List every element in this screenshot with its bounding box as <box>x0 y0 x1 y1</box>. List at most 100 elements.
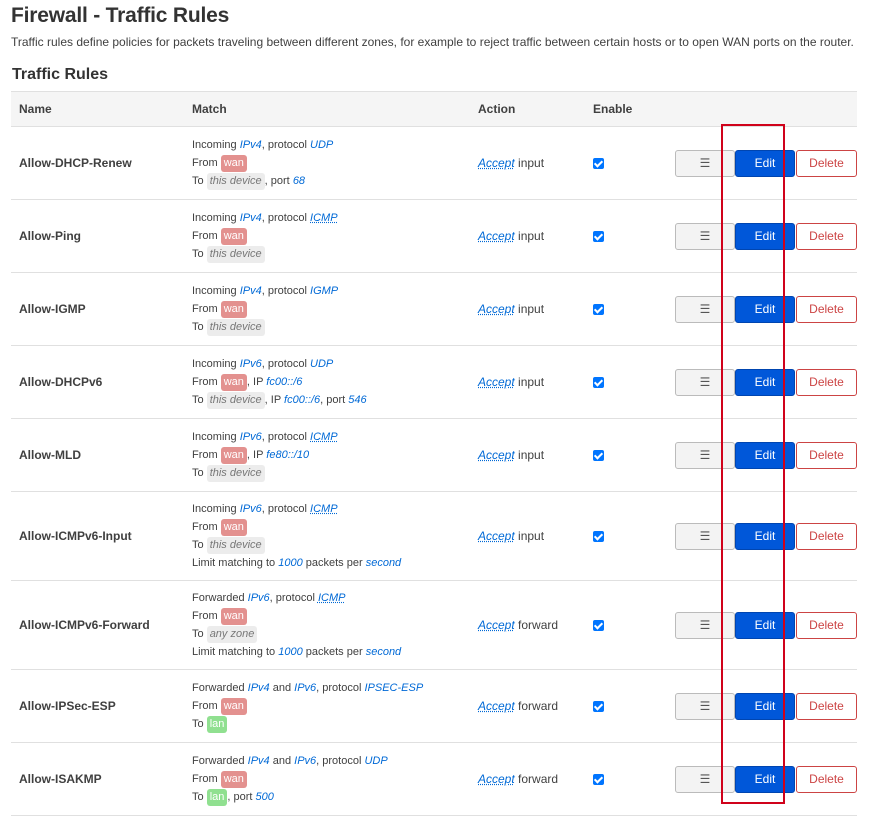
header-name: Name <box>19 102 52 116</box>
enable-checkbox[interactable] <box>593 530 604 542</box>
drag-handle-button[interactable]: ☰ <box>675 692 735 720</box>
rule-match: Incoming IPv4, protocol UDP From wan To … <box>184 127 470 200</box>
rule-match: Incoming IPv6, protocol ICMP From wan, I… <box>184 419 470 492</box>
rule-buttons: ☰ Edit Delete <box>645 346 857 419</box>
enable-checkbox[interactable] <box>593 449 604 461</box>
rule-enable <box>585 419 645 492</box>
enable-checkbox[interactable] <box>593 230 604 242</box>
delete-button[interactable]: Delete <box>796 692 857 720</box>
enable-checkbox[interactable] <box>593 619 604 631</box>
edit-button[interactable]: Edit <box>735 295 795 323</box>
delete-button[interactable]: Delete <box>796 222 857 250</box>
delete-button[interactable]: Delete <box>796 441 857 469</box>
drag-handle-button[interactable]: ☰ <box>675 522 735 550</box>
rule-name: Allow-MLD <box>19 448 81 462</box>
enable-checkbox[interactable] <box>593 773 604 785</box>
zone-badge-wan: wan <box>220 301 247 318</box>
table-row: Allow-IPSec-ESP Forwarded IPv4 and IPv6,… <box>11 670 857 743</box>
rule-buttons: ☰ Edit Delete <box>645 419 857 492</box>
drag-handle-button[interactable]: ☰ <box>675 765 735 793</box>
rule-action: Accept forward <box>478 772 559 786</box>
drag-handle-button[interactable]: ☰ <box>675 222 735 250</box>
zone-badge-wan: wan <box>220 447 247 464</box>
action-accept-link[interactable]: Accept <box>478 699 515 713</box>
edit-button[interactable]: Edit <box>735 441 795 469</box>
header-actions-empty <box>645 92 857 127</box>
delete-button[interactable]: Delete <box>796 149 857 177</box>
delete-button[interactable]: Delete <box>796 295 857 323</box>
rule-buttons: ☰ Edit Delete <box>645 273 857 346</box>
zone-badge-device: this device <box>206 319 265 336</box>
drag-handle-button[interactable]: ☰ <box>675 368 735 396</box>
edit-button[interactable]: Edit <box>735 611 795 639</box>
enable-checkbox[interactable] <box>593 700 604 712</box>
enable-checkbox[interactable] <box>593 303 604 315</box>
action-accept-link[interactable]: Accept <box>478 156 515 170</box>
zone-badge-lan: lan <box>206 716 228 733</box>
edit-button[interactable]: Edit <box>735 368 795 396</box>
page-title: Firewall - Traffic Rules <box>11 4 230 27</box>
action-accept-link[interactable]: Accept <box>478 448 515 462</box>
action-accept-link[interactable]: Accept <box>478 618 515 632</box>
delete-button[interactable]: Delete <box>796 368 857 396</box>
table-row: Allow-Ping Incoming IPv4, protocol ICMP … <box>11 200 857 273</box>
action-accept-link[interactable]: Accept <box>478 375 515 389</box>
edit-button[interactable]: Edit <box>735 222 795 250</box>
rule-enable <box>585 492 645 581</box>
edit-button[interactable]: Edit <box>735 149 795 177</box>
rule-enable <box>585 200 645 273</box>
rule-match: Incoming IPv6, protocol ICMP From wan To… <box>192 503 402 569</box>
rule-name: Allow-Ping <box>19 229 81 243</box>
zone-badge-any: any zone <box>206 626 258 643</box>
enable-checkbox[interactable] <box>593 157 604 169</box>
table-row: Allow-IGMP Incoming IPv4, protocol IGMP … <box>11 273 857 346</box>
rule-name: Allow-DHCPv6 <box>19 375 103 389</box>
section-title: Traffic Rules <box>12 66 109 83</box>
rule-action: Accept input <box>478 375 545 389</box>
rule-match: Forwarded IPv4 and IPv6, protocol IPSEC-… <box>184 670 470 743</box>
delete-button[interactable]: Delete <box>796 765 857 793</box>
rule-action: Accept input <box>478 229 545 243</box>
zone-badge-wan: wan <box>220 374 247 391</box>
rule-name: Allow-IGMP <box>19 302 86 316</box>
table-row: Allow-ICMPv6-Input Incoming IPv6, protoc… <box>11 492 857 581</box>
zone-badge-device: this device <box>206 246 265 263</box>
delete-button[interactable]: Delete <box>796 611 857 639</box>
rule-match: Forwarded IPv6, protocol ICMP From wan T… <box>192 592 402 658</box>
rule-enable <box>585 346 645 419</box>
traffic-rules-table: Name Match Action Enable Allow-DHCP-Rene… <box>11 91 857 816</box>
edit-button[interactable]: Edit <box>735 522 795 550</box>
table-row: Allow-DHCP-Renew Incoming IPv4, protocol… <box>11 127 857 200</box>
rule-match: Incoming IPv6, protocol UDP From wan, IP… <box>184 346 470 419</box>
edit-button[interactable]: Edit <box>735 765 795 793</box>
rule-enable <box>585 743 645 816</box>
delete-button[interactable]: Delete <box>796 522 857 550</box>
rule-action: Accept input <box>478 302 545 316</box>
action-accept-link[interactable]: Accept <box>478 529 515 543</box>
action-accept-link[interactable]: Accept <box>478 229 515 243</box>
rule-match: Incoming IPv4, protocol IGMP From wan To… <box>184 273 470 346</box>
rule-enable <box>585 127 645 200</box>
action-accept-link[interactable]: Accept <box>478 772 515 786</box>
rule-action: Accept input <box>478 156 545 170</box>
rule-match: Incoming IPv4, protocol ICMP From wan To… <box>184 200 470 273</box>
edit-button[interactable]: Edit <box>735 692 795 720</box>
table-row: Allow-ISAKMP Forwarded IPv4 and IPv6, pr… <box>11 743 857 816</box>
header-enable: Enable <box>593 102 633 116</box>
action-accept-link[interactable]: Accept <box>478 302 515 316</box>
rule-enable <box>585 273 645 346</box>
rule-name: Allow-ICMPv6-Forward <box>19 618 150 632</box>
enable-checkbox[interactable] <box>593 376 604 388</box>
drag-handle-button[interactable]: ☰ <box>675 149 735 177</box>
drag-handle-button[interactable]: ☰ <box>675 295 735 323</box>
zone-badge-wan: wan <box>220 608 247 625</box>
zone-badge-device: this device <box>206 537 265 554</box>
rule-action: Accept forward <box>478 618 559 632</box>
zone-badge-wan: wan <box>220 771 247 788</box>
rule-buttons: ☰ Edit Delete <box>645 670 857 743</box>
rule-name: Allow-DHCP-Renew <box>19 156 132 170</box>
drag-handle-button[interactable]: ☰ <box>675 441 735 469</box>
zone-badge-wan: wan <box>220 519 247 536</box>
rule-buttons: ☰ Edit Delete <box>645 581 857 670</box>
drag-handle-button[interactable]: ☰ <box>675 611 735 639</box>
